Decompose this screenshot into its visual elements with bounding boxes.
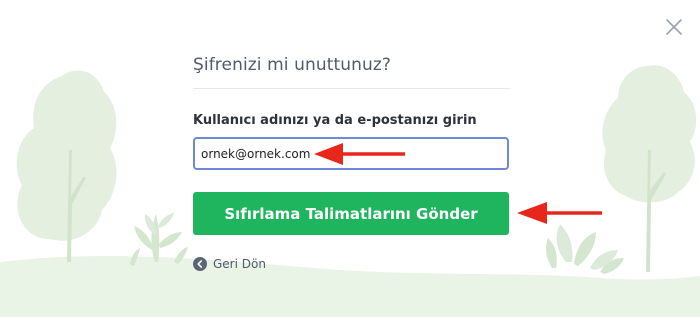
- send-reset-instructions-button[interactable]: Sıfırlama Talimatlarını Gönder: [193, 192, 509, 235]
- chevron-left-circle-icon: [193, 257, 207, 271]
- username-email-input[interactable]: [193, 137, 509, 170]
- back-label: Geri Dön: [213, 257, 266, 271]
- back-link[interactable]: Geri Dön: [193, 256, 266, 272]
- title-divider: [193, 88, 510, 89]
- username-email-label: Kullanıcı adınızı ya da e-postanızı giri…: [193, 113, 477, 128]
- dialog-title: Şifrenizi mi unuttunuz?: [193, 55, 392, 75]
- close-icon[interactable]: [663, 16, 685, 38]
- forgot-password-modal: Şifrenizi mi unuttunuz? Kullanıcı adınız…: [0, 0, 700, 317]
